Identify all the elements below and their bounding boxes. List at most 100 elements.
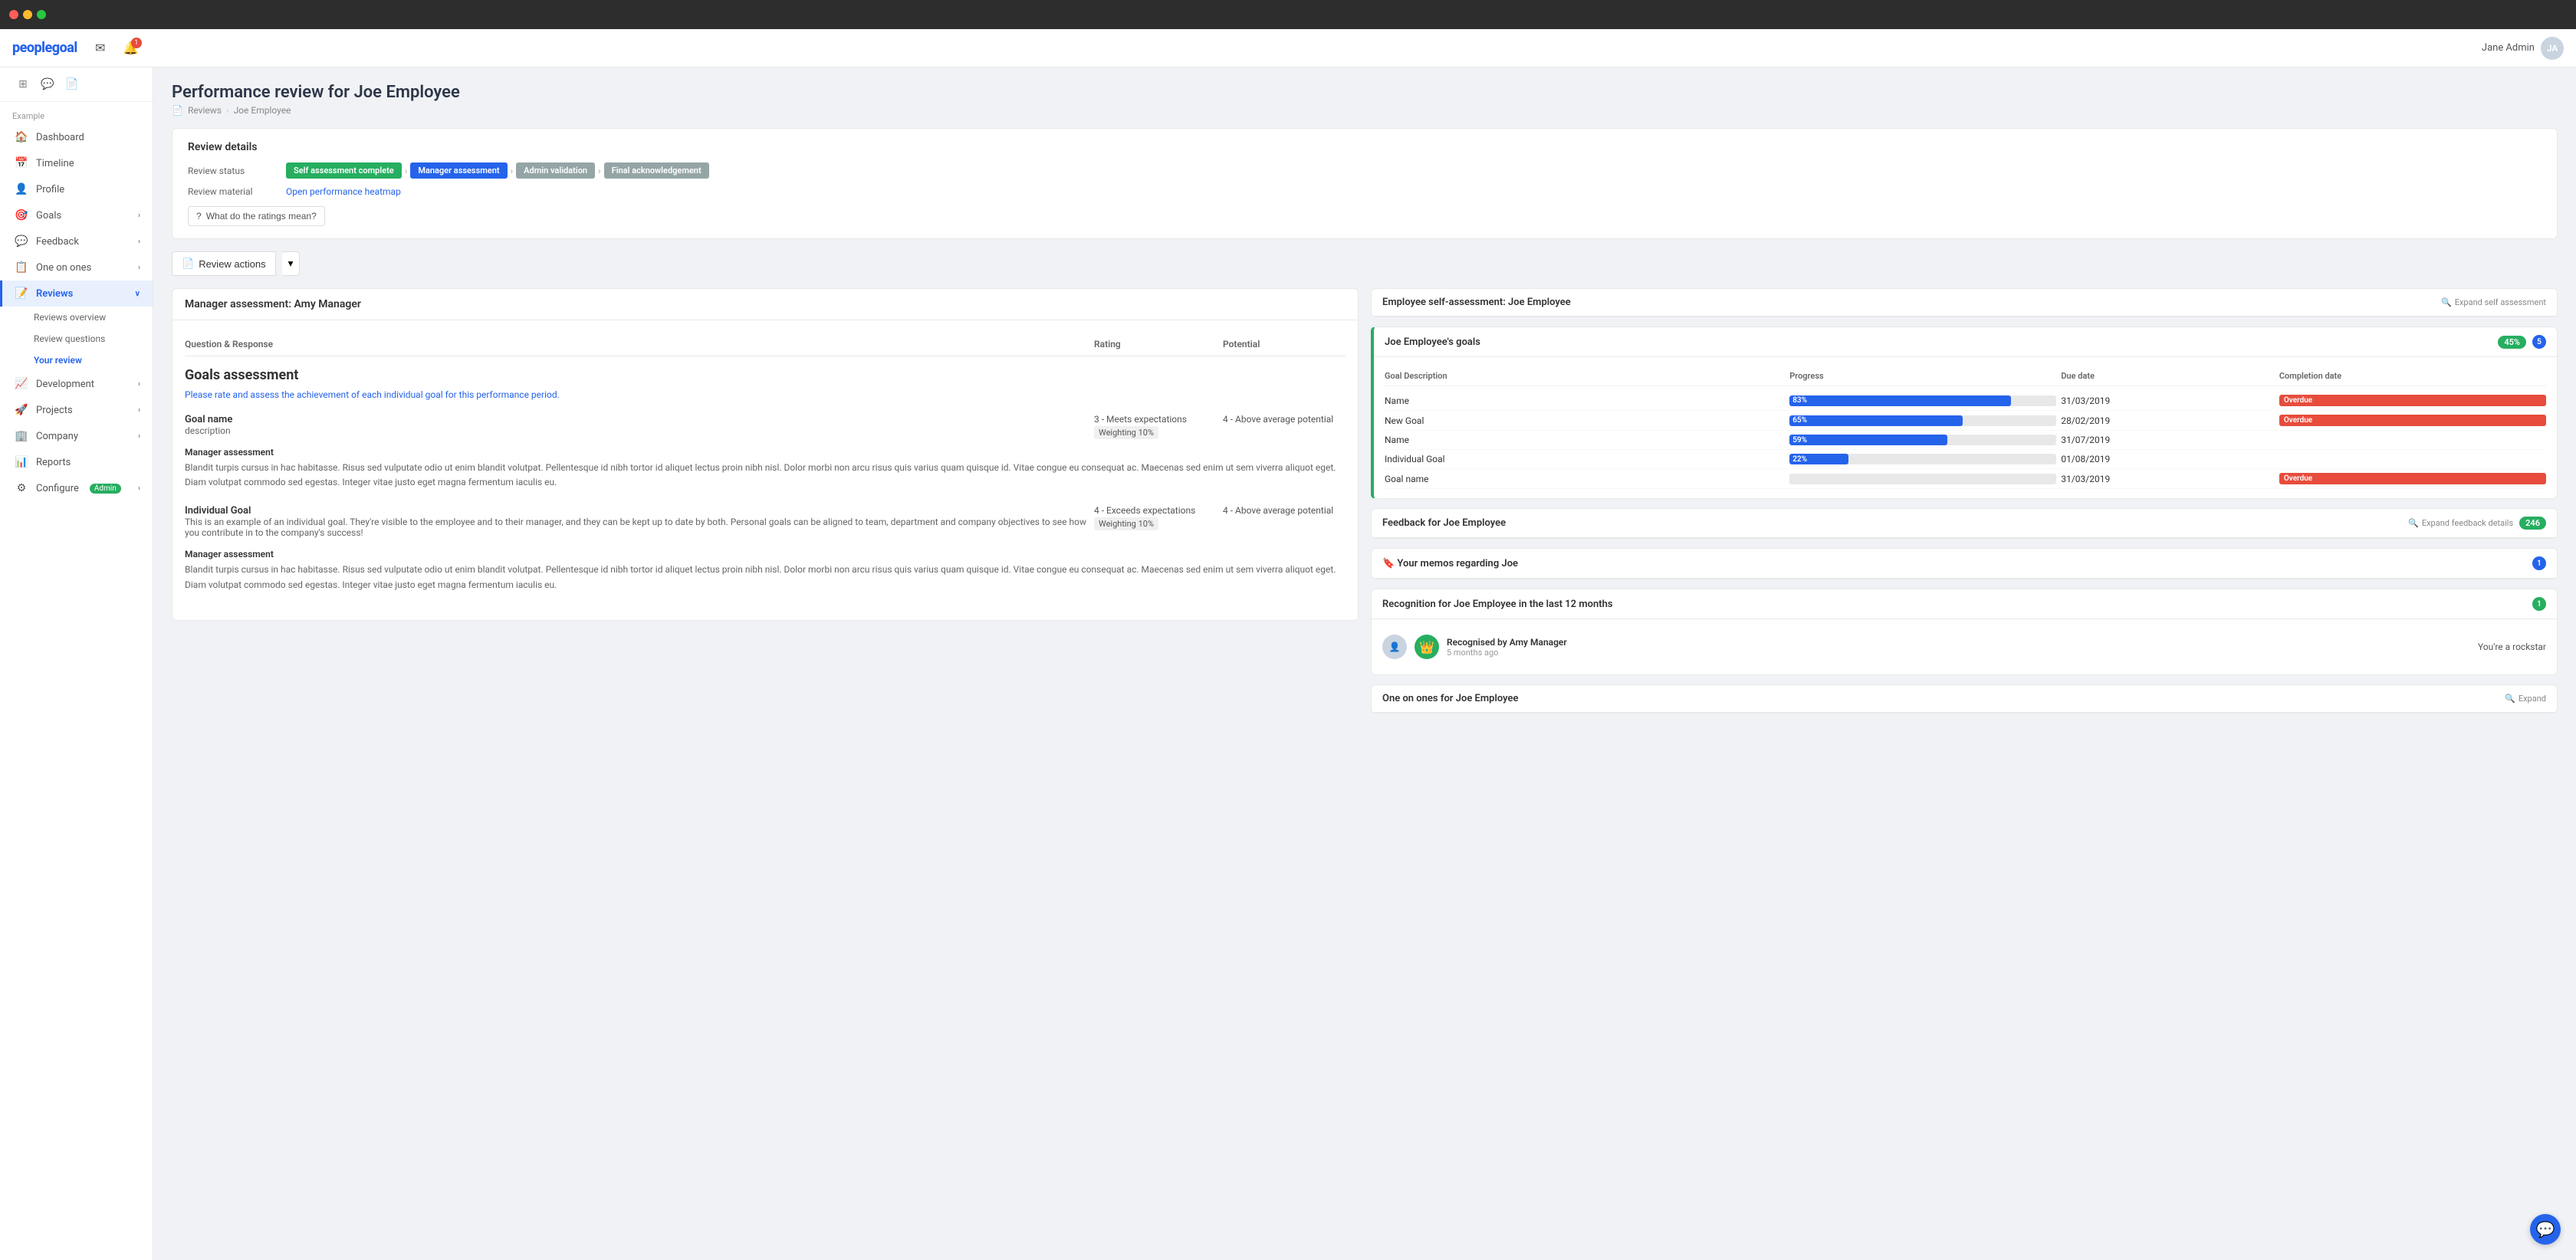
dashboard-icon: 🏠	[15, 131, 28, 143]
page-title: Performance review for Joe Employee	[172, 83, 2558, 102]
search-icon-one-on-ones: 🔍	[2505, 694, 2515, 704]
sidebar-item-timeline[interactable]: 📅 Timeline	[0, 150, 153, 176]
development-expand-icon: ›	[138, 380, 140, 389]
search-icon-feedback: 🔍	[2408, 518, 2419, 528]
review-material-row: Review material Open performance heatmap	[188, 186, 2542, 197]
mail-icon[interactable]: ✉	[90, 38, 111, 59]
sidebar-sub-your-review[interactable]: Your review	[34, 349, 153, 371]
notification-icon[interactable]: 🔔 1	[120, 38, 142, 59]
user-name: Jane Admin	[2482, 42, 2535, 54]
col-goal-desc: Goal Description	[1385, 371, 1785, 381]
sidebar-item-reports[interactable]: 📊 Reports	[0, 449, 153, 475]
sidebar-item-reviews[interactable]: 📝 Reviews ∨	[0, 281, 153, 307]
minimize-dot[interactable]	[23, 10, 32, 19]
chevron-down-icon: ▾	[288, 258, 294, 269]
breadcrumb-reviews[interactable]: Reviews	[188, 105, 222, 116]
goal-row-name-2: Name	[1385, 435, 1785, 445]
sidebar-item-configure[interactable]: ⚙ Configure Admin ›	[0, 475, 153, 501]
status-pipeline: Self assessment complete › Manager asses…	[286, 162, 709, 179]
ratings-button[interactable]: ? What do the ratings mean?	[188, 206, 325, 226]
goal-assessment-text-2: Blandit turpis cursus in hac habitasse. …	[185, 563, 1346, 592]
sidebar-item-feedback[interactable]: 💬 Feedback ›	[0, 228, 153, 254]
document-icon[interactable]: 📄	[61, 74, 83, 95]
goal-due-2: 31/07/2019	[2061, 435, 2275, 445]
review-actions-button[interactable]: 📄 Review actions	[172, 251, 276, 276]
recognition-info: Recognised by Amy Manager 5 months ago	[1447, 637, 2470, 658]
sidebar-sub-review-questions[interactable]: Review questions	[34, 328, 153, 349]
sidebar-item-dashboard[interactable]: 🏠 Dashboard	[0, 124, 153, 150]
sidebar-label-reports: Reports	[36, 457, 71, 468]
one-on-ones-icon: 📋	[15, 261, 28, 274]
company-icon: 🏢	[15, 430, 28, 442]
col-rating: Rating	[1094, 339, 1217, 349]
configure-icon: ⚙	[15, 482, 28, 494]
sidebar-label-dashboard: Dashboard	[36, 132, 84, 143]
feedback-panel-title: Feedback for Joe Employee	[1382, 517, 1506, 529]
col-progress: Progress	[1789, 371, 2056, 381]
sidebar-label-timeline: Timeline	[36, 158, 74, 169]
sidebar-sub-reviews-overview[interactable]: Reviews overview	[34, 307, 153, 328]
timeline-icon: 📅	[15, 157, 28, 169]
maximize-dot[interactable]	[37, 10, 46, 19]
two-col-layout: Manager assessment: Amy Manager Question…	[172, 288, 2558, 714]
sidebar-item-goals[interactable]: 🎯 Goals ›	[0, 202, 153, 228]
review-status-row: Review status Self assessment complete ›…	[188, 162, 2542, 179]
progress-fill-1	[1789, 415, 1963, 426]
chat-widget[interactable]: 💬	[2530, 1214, 2561, 1245]
progress-label-3: 22%	[1792, 455, 1807, 464]
recognition-award-icon: 👑	[1414, 635, 1439, 659]
overdue-badge-0: Overdue	[2279, 395, 2546, 406]
progress-label-2: 59%	[1792, 436, 1807, 445]
logo[interactable]: peoplegoal	[12, 40, 77, 56]
sidebar-item-projects[interactable]: 🚀 Projects ›	[0, 397, 153, 423]
sidebar-label-configure: Configure	[36, 483, 79, 494]
development-icon: 📈	[15, 378, 28, 390]
goals-table-row-0: Name 83% 31/03/2019 Overdue	[1385, 391, 2546, 411]
sidebar-reviews-sub: Reviews overview Review questions Your r…	[0, 307, 153, 371]
col-question: Question & Response	[185, 339, 1088, 349]
reviews-icon: 📝	[15, 287, 28, 300]
expand-feedback-link[interactable]: 🔍 Expand feedback details	[2408, 518, 2513, 528]
sidebar-item-one-on-ones[interactable]: 📋 One on ones ›	[0, 254, 153, 281]
sidebar-item-company[interactable]: 🏢 Company ›	[0, 423, 153, 449]
grid-icon[interactable]: ⊞	[12, 74, 34, 95]
goal-due-3: 01/08/2019	[2061, 454, 2275, 464]
one-on-ones-panel-header: One on ones for Joe Employee 🔍 Expand	[1372, 685, 2557, 713]
sidebar-label-reviews: Reviews	[36, 288, 73, 300]
goal-name-row-1: Goal name description 3 - Meets expectat…	[185, 414, 1346, 441]
review-actions-dropdown-button[interactable]: ▾	[282, 251, 301, 276]
qa-table-header: Question & Response Rating Potential	[185, 333, 1346, 356]
app-header: peoplegoal ✉ 🔔 1 Jane Admin JA	[0, 29, 2576, 67]
goals-table-row-2: Name 59% 31/07/2019	[1385, 431, 2546, 450]
progress-label-1: 65%	[1792, 416, 1807, 425]
recognition-row-0: 👤 👑 Recognised by Amy Manager 5 months a…	[1382, 628, 2546, 665]
feedback-expand-icon: ›	[138, 238, 140, 246]
review-details-title: Review details	[188, 141, 2542, 153]
manager-assessment-panel: Manager assessment: Amy Manager Question…	[172, 288, 1359, 621]
expand-one-on-ones-link[interactable]: 🔍 Expand	[2505, 694, 2546, 704]
header-left: peoplegoal ✉ 🔔 1	[12, 38, 142, 59]
chat-bubble-icon[interactable]: 💬	[37, 74, 58, 95]
user-avatar[interactable]: JA	[2541, 37, 2564, 60]
sidebar-item-development[interactable]: 📈 Development ›	[0, 371, 153, 397]
configure-expand-icon: ›	[138, 484, 140, 493]
goals-count-badge: 5	[2532, 335, 2546, 349]
expand-self-assessment-link[interactable]: 🔍 Expand self assessment	[2441, 297, 2546, 307]
feedback-icon: 💬	[15, 235, 28, 248]
sidebar-label-feedback: Feedback	[36, 236, 79, 248]
memos-panel: 🔖 Your memos regarding Joe 1	[1371, 548, 2558, 579]
close-dot[interactable]	[9, 10, 18, 19]
goals-section-title: Goals assessment	[185, 367, 1346, 383]
sidebar-label-company: Company	[36, 431, 78, 442]
goal-row-name-1: New Goal	[1385, 415, 1785, 426]
progress-bar-1: 65%	[1789, 415, 2056, 426]
goals-section: Goals assessment Please rate and assess …	[185, 367, 1346, 592]
question-icon: ?	[196, 211, 202, 221]
sidebar-label-goals: Goals	[36, 210, 61, 221]
sidebar-label-development: Development	[36, 379, 94, 390]
review-material-link[interactable]: Open performance heatmap	[286, 186, 401, 197]
main-content: Performance review for Joe Employee 📄 Re…	[153, 67, 2576, 1260]
col-potential: Potential	[1223, 339, 1346, 349]
sidebar-item-profile[interactable]: 👤 Profile	[0, 176, 153, 202]
goal-block-1: Goal name description 3 - Meets expectat…	[185, 414, 1346, 490]
